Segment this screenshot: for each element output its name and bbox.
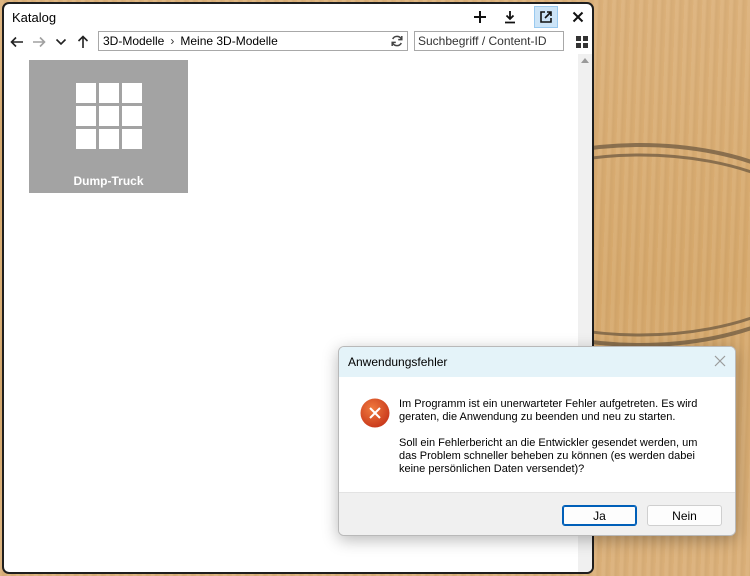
- close-icon: [572, 11, 584, 23]
- forward-arrow-icon: [33, 36, 46, 48]
- catalog-item-dump-truck[interactable]: Dump-Truck: [29, 60, 188, 193]
- catalog-item-label: Dump-Truck: [73, 174, 144, 188]
- up-button[interactable]: [74, 33, 92, 51]
- back-button[interactable]: [8, 33, 26, 51]
- dialog-titlebar: Anwendungsfehler: [339, 347, 735, 377]
- popout-button[interactable]: [534, 6, 558, 28]
- search-input[interactable]: [414, 31, 564, 51]
- popout-icon: [540, 11, 552, 23]
- add-icon: [474, 11, 486, 23]
- history-dropdown-button[interactable]: [52, 33, 70, 51]
- breadcrumb-separator-icon: ›: [170, 34, 175, 48]
- grid-icon: [76, 83, 142, 149]
- scroll-up-icon[interactable]: [581, 58, 589, 63]
- error-dialog: Anwendungsfehler Im Programm ist ein une…: [338, 346, 736, 536]
- address-bar[interactable]: 3D-Modelle › Meine 3D-Modelle: [98, 31, 408, 51]
- catalog-titlebar: Katalog: [4, 4, 592, 30]
- download-icon: [505, 11, 515, 24]
- chevron-down-icon: [55, 38, 67, 46]
- refresh-icon[interactable]: [390, 34, 404, 48]
- forward-button[interactable]: [30, 33, 48, 51]
- breadcrumb-3d-modelle[interactable]: 3D-Modelle: [99, 34, 168, 48]
- yes-button[interactable]: Ja: [562, 505, 637, 526]
- dialog-title: Anwendungsfehler: [348, 355, 448, 369]
- back-arrow-icon: [10, 36, 23, 48]
- add-button[interactable]: [468, 6, 492, 28]
- error-icon: [360, 398, 390, 428]
- dialog-footer: Ja Nein: [339, 492, 735, 535]
- window-title: Katalog: [12, 10, 57, 25]
- dialog-close-icon[interactable]: [713, 354, 727, 368]
- close-button[interactable]: [566, 6, 590, 28]
- no-button[interactable]: Nein: [647, 505, 722, 526]
- view-grid-icon[interactable]: [574, 34, 590, 50]
- download-button[interactable]: [498, 6, 522, 28]
- error-message: Im Programm ist ein unerwarteter Fehler …: [399, 398, 698, 423]
- breadcrumb-meine-3d-modelle[interactable]: Meine 3D-Modelle: [176, 34, 281, 48]
- report-question: Soll ein Fehlerbericht an die Entwickler…: [399, 437, 698, 475]
- up-arrow-icon: [77, 35, 89, 48]
- navigation-bar: 3D-Modelle › Meine 3D-Modelle: [4, 31, 592, 53]
